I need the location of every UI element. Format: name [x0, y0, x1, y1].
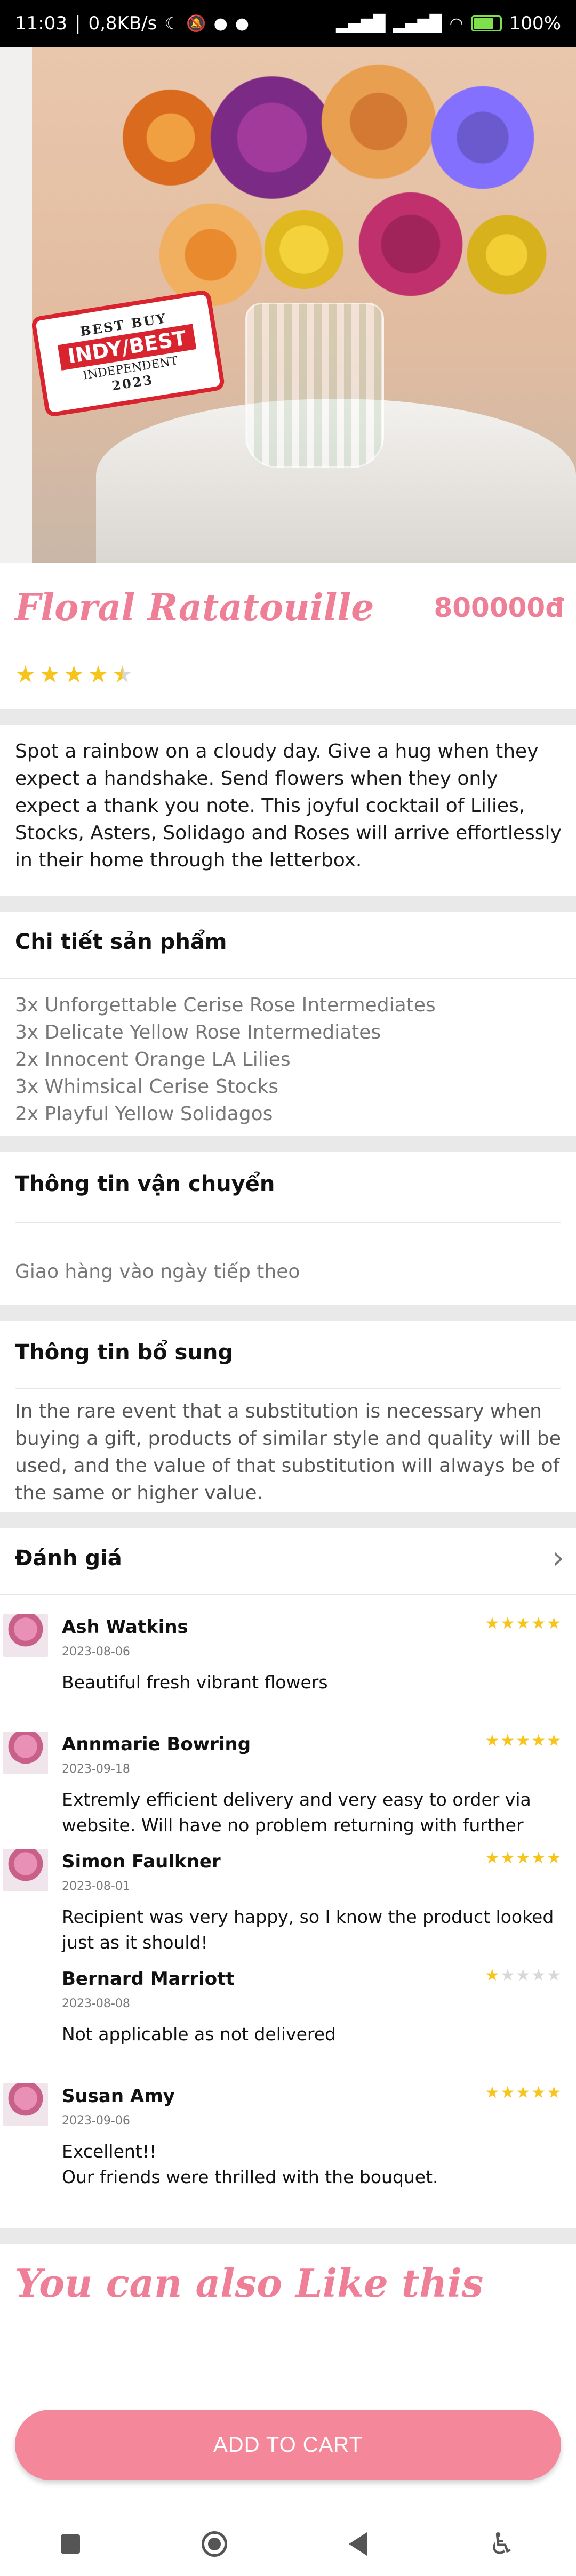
review-text: Not applicable as not delivered	[62, 2024, 336, 2044]
status-right: ▂▄▆█ ▂▄▆█ ◠ 100%	[336, 13, 561, 34]
section-divider	[0, 1136, 576, 1152]
navigation-bar: ♿	[0, 2512, 576, 2576]
review-text: Beautiful fresh vibrant flowers	[62, 1672, 328, 1693]
also-like-title: You can also Like this	[15, 2260, 484, 2306]
avatar	[3, 1732, 48, 1774]
details-item: 3x Unforgettable Cerise Rose Intermediat…	[15, 994, 436, 1016]
review-name: Susan Amy	[62, 2086, 175, 2107]
review-stars: ★★★★★	[485, 1732, 562, 1750]
battery-body	[470, 15, 502, 31]
shipping-title: Thông tin vận chuyển	[15, 1172, 275, 1196]
section-divider	[0, 709, 576, 725]
section-divider	[0, 1512, 576, 1528]
review-name: Annmarie Bowring	[62, 1734, 251, 1755]
section-divider	[0, 896, 576, 912]
signal-icon: ▂▄▆█	[336, 14, 386, 33]
details-item: 3x Delicate Yellow Rose Intermediates	[15, 1021, 381, 1043]
section-divider	[0, 1305, 576, 1321]
reviews-divider	[0, 1594, 576, 1595]
nav-recents-icon[interactable]	[60, 2534, 80, 2554]
details-item: 3x Whimsical Cerise Stocks	[15, 1076, 279, 1098]
additional-text: In the rare event that a substitution is…	[15, 1400, 561, 1504]
signal-icon-2: ▂▄▆█	[393, 14, 442, 33]
review-name: Bernard Marriott	[62, 1968, 235, 1990]
moon-icon: ☾	[164, 14, 179, 33]
star-icon: ★	[63, 661, 85, 688]
title-row: Floral Ratatouille 800000đ	[15, 586, 564, 629]
battery-icon	[470, 15, 502, 31]
details-list: 3x Unforgettable Cerise Rose Intermediat…	[15, 992, 564, 1128]
battery-level: 100%	[509, 13, 561, 34]
star-icon: ★	[87, 661, 109, 688]
review-stars: ★★★★★	[485, 1849, 562, 1867]
shipping-divider	[15, 1222, 561, 1223]
star-icon: ★	[39, 661, 60, 688]
shipping-text: Giao hàng vào ngày tiếp theo	[15, 1261, 300, 1283]
reviews-header[interactable]: Đánh giá ›	[15, 1541, 564, 1575]
review-text: Recipient was very happy, so I know the …	[62, 1906, 554, 1953]
review-text: Excellent!! Our friends were thrilled wi…	[62, 2141, 438, 2187]
glass-vase	[245, 303, 384, 468]
details-divider	[0, 978, 576, 979]
review-date: 2023-08-08	[62, 1997, 130, 2010]
review-text: Extremly efficient delivery and very eas…	[62, 1789, 531, 1836]
product-rating: ★ ★ ★ ★ ★	[15, 661, 133, 688]
chevron-right-icon[interactable]: ›	[553, 1541, 564, 1575]
review-name: Ash Watkins	[62, 1616, 188, 1638]
status-separator: |	[74, 13, 81, 34]
review-date: 2023-09-06	[62, 2114, 130, 2128]
details-item: 2x Innocent Orange LA Lilies	[15, 1049, 291, 1070]
details-title: Chi tiết sản phẩm	[15, 930, 227, 954]
app-icon-2: ●	[235, 14, 249, 33]
status-speed: 0,8KB/s	[88, 13, 157, 34]
product-price: 800000đ	[434, 592, 564, 623]
product-title: Floral Ratatouille	[15, 586, 374, 629]
avatar	[3, 1614, 48, 1657]
wifi-icon: ◠	[449, 14, 463, 33]
additional-divider	[15, 1388, 561, 1389]
additional-title: Thông tin bổ sung	[15, 1340, 233, 1365]
solidago-flower	[459, 207, 555, 303]
review-stars: ★★★★★	[485, 1966, 562, 1985]
review-stars: ★★★★★	[485, 1614, 562, 1633]
review-stars: ★★★★★	[485, 2083, 562, 2102]
review-name: Simon Faulkner	[62, 1851, 221, 1872]
avatar	[3, 2083, 48, 2126]
status-time: 11:03	[15, 13, 67, 34]
review-date: 2023-08-01	[62, 1880, 130, 1893]
section-divider	[0, 2228, 576, 2244]
yellow-rose-flower	[261, 207, 347, 292]
review-date: 2023-09-18	[62, 1762, 130, 1776]
aster-flower	[421, 79, 544, 196]
nav-back-icon[interactable]	[348, 2532, 367, 2556]
reviews-title: Đánh giá	[15, 1545, 122, 1571]
avatar	[3, 1849, 48, 1891]
nav-home-icon[interactable]	[201, 2531, 227, 2557]
mute-icon: 🔕	[186, 14, 206, 33]
product-image: BEST BUY INDY/BEST INDEPENDENT 2023	[32, 47, 576, 563]
cerise-rose-flower	[352, 186, 469, 303]
details-item: 2x Playful Yellow Solidagos	[15, 1103, 273, 1125]
app-icon: ●	[213, 14, 228, 33]
star-half-icon: ★	[111, 661, 133, 688]
product-description: Spot a rainbow on a cloudy day. Give a h…	[15, 740, 562, 871]
status-left: 11:03 | 0,8KB/s ☾ 🔕 ● ●	[15, 13, 249, 34]
review-date: 2023-08-06	[62, 1645, 130, 1659]
star-icon: ★	[15, 661, 36, 688]
add-to-cart-button[interactable]: ADD TO CART	[15, 2410, 561, 2480]
hero-left-strip	[0, 47, 32, 563]
accessibility-icon[interactable]: ♿	[489, 2527, 515, 2562]
status-bar: 11:03 | 0,8KB/s ☾ 🔕 ● ● ▂▄▆█ ▂▄▆█ ◠ 100%	[0, 0, 576, 47]
award-badge: BEST BUY INDY/BEST INDEPENDENT 2023	[32, 289, 226, 418]
